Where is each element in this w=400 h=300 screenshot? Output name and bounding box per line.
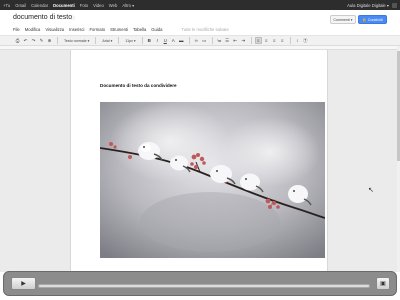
toolbar-divider [289,37,291,44]
undo-icon[interactable]: ↶ [22,37,29,44]
menu-file[interactable]: File [13,27,20,32]
toolbar-divider [57,37,58,44]
account-area: Aula Digitale Digitale ▾ [347,2,397,8]
progress-track[interactable] [38,284,370,288]
fullscreen-button[interactable]: ▣ [376,277,390,290]
align-center-icon[interactable]: ≡ [263,37,270,44]
play-icon: ▶ [21,281,26,287]
decrease-indent-icon[interactable]: ⇤ [232,37,239,44]
bold-icon[interactable]: B [146,37,153,44]
document-body-text[interactable]: Documento di testo da condividere [100,83,177,88]
mouse-cursor-icon: ↖ [368,187,374,194]
underline-icon[interactable]: U [162,37,169,44]
comment-icon[interactable]: ▭ [201,37,208,44]
size-select[interactable]: 11px ▾ [125,39,135,43]
google-top-bar: +Tu Gmail Calendar Documenti Foto Video … [0,0,400,10]
increase-indent-icon[interactable]: ⇥ [240,37,247,44]
menu-modifica[interactable]: Modifica [25,27,41,32]
topbar-link-foto[interactable]: Foto [80,3,88,8]
redo-icon[interactable]: ↷ [30,37,37,44]
comments-button[interactable]: Commenti ▾ [330,15,356,24]
inserted-photo[interactable] [100,102,325,258]
align-right-icon[interactable]: ≡ [271,37,278,44]
notification-icon[interactable] [392,2,397,8]
link-icon[interactable]: ∞ [193,37,200,44]
zoom-icon[interactable]: ⊕ [46,37,53,44]
paint-format-icon[interactable]: ✎ [38,37,45,44]
share-label: Condividi [367,17,383,22]
format-toolbar: ⎙ ↶ ↷ ✎ ⊕ Testo normale ▾ Arial ▾ 11px ▾… [0,35,400,46]
topbar-link-calendar[interactable]: Calendar [31,3,48,8]
numbered-list-icon[interactable]: ≔ [216,37,223,44]
text-color-icon[interactable]: A [170,37,177,44]
clear-format-icon[interactable]: Ⓣ [302,37,309,44]
toolbar-divider [118,37,120,44]
align-left-icon[interactable]: ≡ [254,37,262,44]
toolbar-divider [95,37,97,44]
toolbar-divider [141,37,143,44]
align-justify-icon[interactable]: ≡ [279,37,286,44]
menu-inserisci[interactable]: Inserisci [69,27,84,32]
share-button[interactable]: 🔒 Condividi [358,15,387,24]
topbar-link-video[interactable]: Video [93,3,104,8]
toolbar-divider [188,37,190,44]
toolbar-divider [211,37,213,44]
print-icon[interactable]: ⎙ [14,37,21,44]
menu-formato[interactable]: Formato [89,27,105,32]
play-button[interactable]: ▶ [11,277,36,290]
fullscreen-icon: ▣ [380,281,386,287]
bullet-list-icon[interactable]: ☰ [224,37,231,44]
menu-tabella[interactable]: Tabella [133,27,146,32]
star-icon[interactable]: ☆ [70,14,76,22]
menu-strumenti[interactable]: Strumenti [110,27,128,32]
lock-icon: 🔒 [362,17,367,22]
menu-visualizza[interactable]: Visualizza [45,27,64,32]
topbar-link-web[interactable]: Web [109,3,118,8]
style-select[interactable]: Testo normale ▾ [64,39,89,43]
topbar-link-documenti[interactable]: Documenti [53,3,75,8]
menu-guida[interactable]: Guida [151,27,162,32]
topbar-link-altro[interactable]: Altro ▾ [122,3,134,8]
highlight-icon[interactable]: ▬ [178,37,185,44]
save-status: Tutte le modifiche salvate [181,27,229,32]
line-spacing-icon[interactable]: ↕ [294,37,301,44]
topbar-link-plus[interactable]: +Tu [3,3,10,8]
menu-bar: File Modifica Visualizza Inserisci Forma… [13,26,229,33]
toolbar-divider [250,37,252,44]
account-name[interactable]: Aula Digitale Digitale ▾ [347,3,389,8]
doc-title[interactable]: documento di testo [13,14,72,21]
italic-icon[interactable]: I [154,37,161,44]
topbar-link-gmail[interactable]: Gmail [15,3,26,8]
font-select[interactable]: Arial ▾ [102,39,112,43]
